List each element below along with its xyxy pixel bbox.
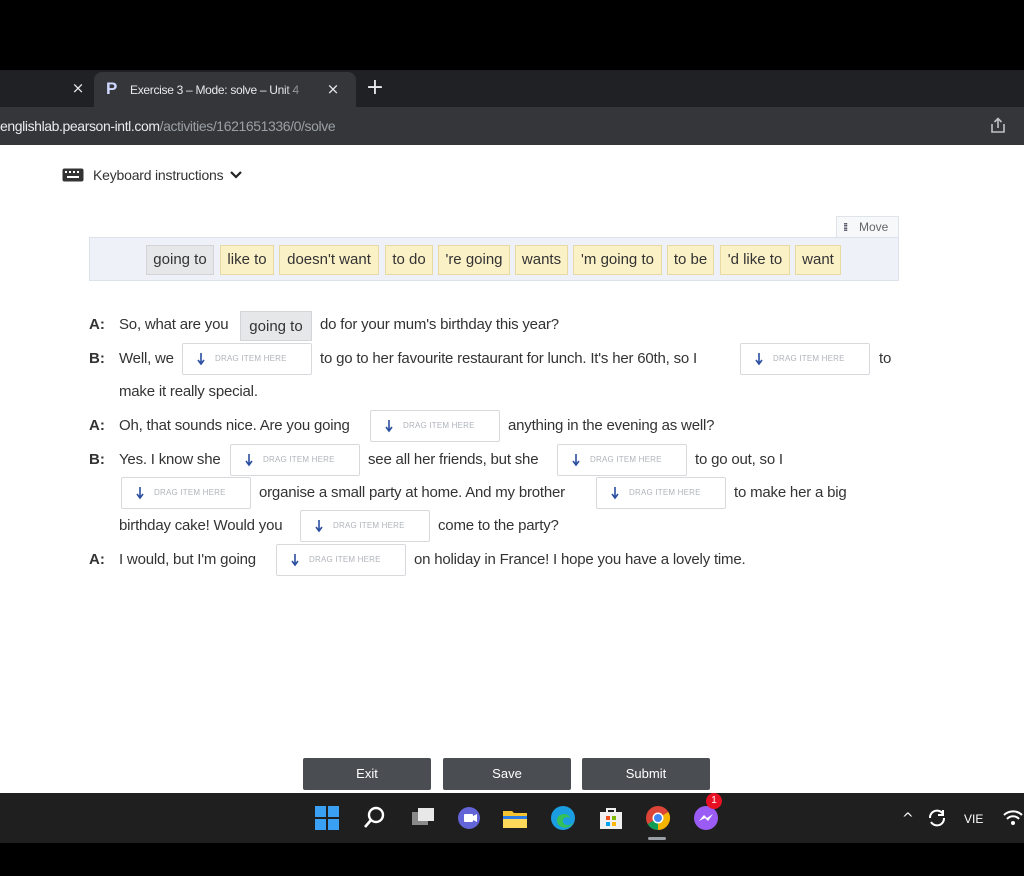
search-icon[interactable] <box>360 803 390 833</box>
drop-placeholder: DRAG ITEM HERE <box>403 421 475 430</box>
tray-chevron-up-icon[interactable]: ^ <box>902 809 914 829</box>
drop-placeholder: DRAG ITEM HERE <box>309 555 381 564</box>
keyboard-instructions-toggle[interactable]: Keyboard instructions <box>62 165 243 185</box>
arrow-down-icon <box>385 420 393 433</box>
exit-button[interactable]: Exit <box>303 758 431 790</box>
dialogue-text: to <box>879 350 892 367</box>
word-chip[interactable]: 'd like to <box>720 245 790 275</box>
word-chip[interactable]: going to <box>146 245 214 275</box>
speaker-label: A: <box>89 417 105 434</box>
taskbar: 1 ^ VIE <box>0 793 1024 843</box>
drop-placeholder: DRAG ITEM HERE <box>773 354 845 363</box>
arrow-down-icon <box>136 487 144 500</box>
language-indicator[interactable]: VIE <box>964 809 983 829</box>
move-label: Move <box>859 220 889 234</box>
word-chip[interactable]: doesn't want <box>279 245 379 275</box>
drop-zone[interactable]: DRAG ITEM HERE <box>300 510 430 542</box>
drop-placeholder: DRAG ITEM HERE <box>215 354 287 363</box>
arrow-down-icon <box>611 487 619 500</box>
word-chip[interactable]: 'm going to <box>573 245 662 275</box>
url-text[interactable]: englishlab.pearson-intl.com/activities/1… <box>0 117 336 135</box>
tab-exercise[interactable]: P Exercise 3 – Mode: solve – Unit 4 × <box>94 72 356 107</box>
dialogue-text: on holiday in France! I hope you have a … <box>414 551 746 568</box>
chevron-down-icon <box>230 171 243 179</box>
new-tab-button[interactable]: + <box>364 76 386 100</box>
chrome-icon[interactable] <box>643 803 673 833</box>
dialogue-text: anything in the evening as well? <box>508 417 715 434</box>
dialogue-text: Oh, that sounds nice. Are you going <box>119 417 350 434</box>
active-app-indicator <box>648 837 666 840</box>
speaker-label: A: <box>89 551 105 568</box>
drop-zone[interactable]: DRAG ITEM HERE <box>370 410 500 442</box>
teams-chat-icon[interactable] <box>454 803 484 833</box>
dialogue-text: to make her a big <box>734 484 847 501</box>
dialogue-text: do for your mum's birthday this year? <box>320 316 559 333</box>
drop-zone[interactable]: DRAG ITEM HERE <box>596 477 726 509</box>
dialogue-text: come to the party? <box>438 517 559 534</box>
share-icon[interactable] <box>988 116 1008 136</box>
edge-browser-icon[interactable] <box>548 803 578 833</box>
word-chip[interactable]: to do <box>385 245 433 275</box>
dialogue-text: So, what are you <box>119 316 229 333</box>
arrow-down-icon <box>245 454 253 467</box>
file-explorer-icon[interactable] <box>500 803 530 833</box>
browser-tab-bar: × P Exercise 3 – Mode: solve – Unit 4 × … <box>0 70 1024 107</box>
dialogue-text: make it really special. <box>119 383 258 400</box>
word-chip[interactable]: like to <box>220 245 274 275</box>
dialogue-text: to go to her favourite restaurant for lu… <box>320 350 697 367</box>
word-chip[interactable]: wants <box>515 245 568 275</box>
task-view-icon[interactable] <box>408 803 438 833</box>
drop-placeholder: DRAG ITEM HERE <box>333 521 405 530</box>
dialogue-text: see all her friends, but she <box>368 451 539 468</box>
save-button[interactable]: Save <box>443 758 571 790</box>
keyboard-icon <box>62 168 84 182</box>
address-bar[interactable]: englishlab.pearson-intl.com/activities/1… <box>0 107 1024 145</box>
word-chip[interactable]: 're going <box>438 245 510 275</box>
dialogue-text: I would, but I'm going <box>119 551 256 568</box>
windows-start-icon[interactable] <box>312 803 342 833</box>
drop-zone[interactable]: DRAG ITEM HERE <box>182 343 312 375</box>
drop-zone[interactable]: DRAG ITEM HERE <box>740 343 870 375</box>
drop-placeholder: DRAG ITEM HERE <box>629 488 701 497</box>
dialogue-text: Well, we <box>119 350 174 367</box>
arrow-down-icon <box>291 554 299 567</box>
url-path: /activities/1621651336/0/solve <box>159 118 336 134</box>
drop-placeholder: DRAG ITEM HERE <box>590 455 662 464</box>
exercise-page: Keyboard instructions ⁞⁞ Move going to li… <box>0 145 1024 793</box>
sync-icon[interactable] <box>924 805 950 831</box>
dialogue-text: organise a small party at home. And my b… <box>259 484 565 501</box>
dialogue-text: birthday cake! Would you <box>119 517 283 534</box>
microsoft-store-icon[interactable] <box>596 803 626 833</box>
tab-title: Exercise 3 – Mode: solve – Unit 4 <box>130 83 299 97</box>
word-chip[interactable]: to be <box>667 245 714 275</box>
submit-button[interactable]: Submit <box>582 758 710 790</box>
url-host: englishlab.pearson-intl.com <box>0 118 160 134</box>
drop-zone[interactable]: DRAG ITEM HERE <box>121 477 251 509</box>
dialogue-text: Yes. I know she <box>119 451 221 468</box>
wifi-icon[interactable] <box>1002 807 1024 829</box>
keyboard-instructions-label: Keyboard instructions <box>93 167 224 183</box>
drop-zone[interactable]: DRAG ITEM HERE <box>557 444 687 476</box>
drop-zone[interactable]: DRAG ITEM HERE <box>230 444 360 476</box>
move-handle[interactable]: ⁞⁞ Move <box>836 216 899 238</box>
word-chip[interactable]: want <box>795 245 841 275</box>
pearson-favicon-icon: P <box>106 79 118 98</box>
drop-placeholder: DRAG ITEM HERE <box>263 455 335 464</box>
arrow-down-icon <box>572 454 580 467</box>
drop-zone[interactable]: DRAG ITEM HERE <box>276 544 406 576</box>
arrow-down-icon <box>197 353 205 366</box>
arrow-down-icon <box>755 353 763 366</box>
tab-close-icon[interactable]: × <box>324 79 342 99</box>
filled-answer[interactable]: going to <box>240 311 312 341</box>
previous-tab-close-icon[interactable]: × <box>70 78 86 98</box>
speaker-label: B: <box>89 350 105 367</box>
notification-badge: 1 <box>706 793 722 809</box>
word-bank: going to like to doesn't want to do 're … <box>89 237 899 281</box>
drop-placeholder: DRAG ITEM HERE <box>154 488 226 497</box>
speaker-label: B: <box>89 451 105 468</box>
speaker-label: A: <box>89 316 105 333</box>
arrow-down-icon <box>315 520 323 533</box>
grip-icon: ⁞⁞ <box>843 222 848 234</box>
dialogue-text: to go out, so I <box>695 451 783 468</box>
